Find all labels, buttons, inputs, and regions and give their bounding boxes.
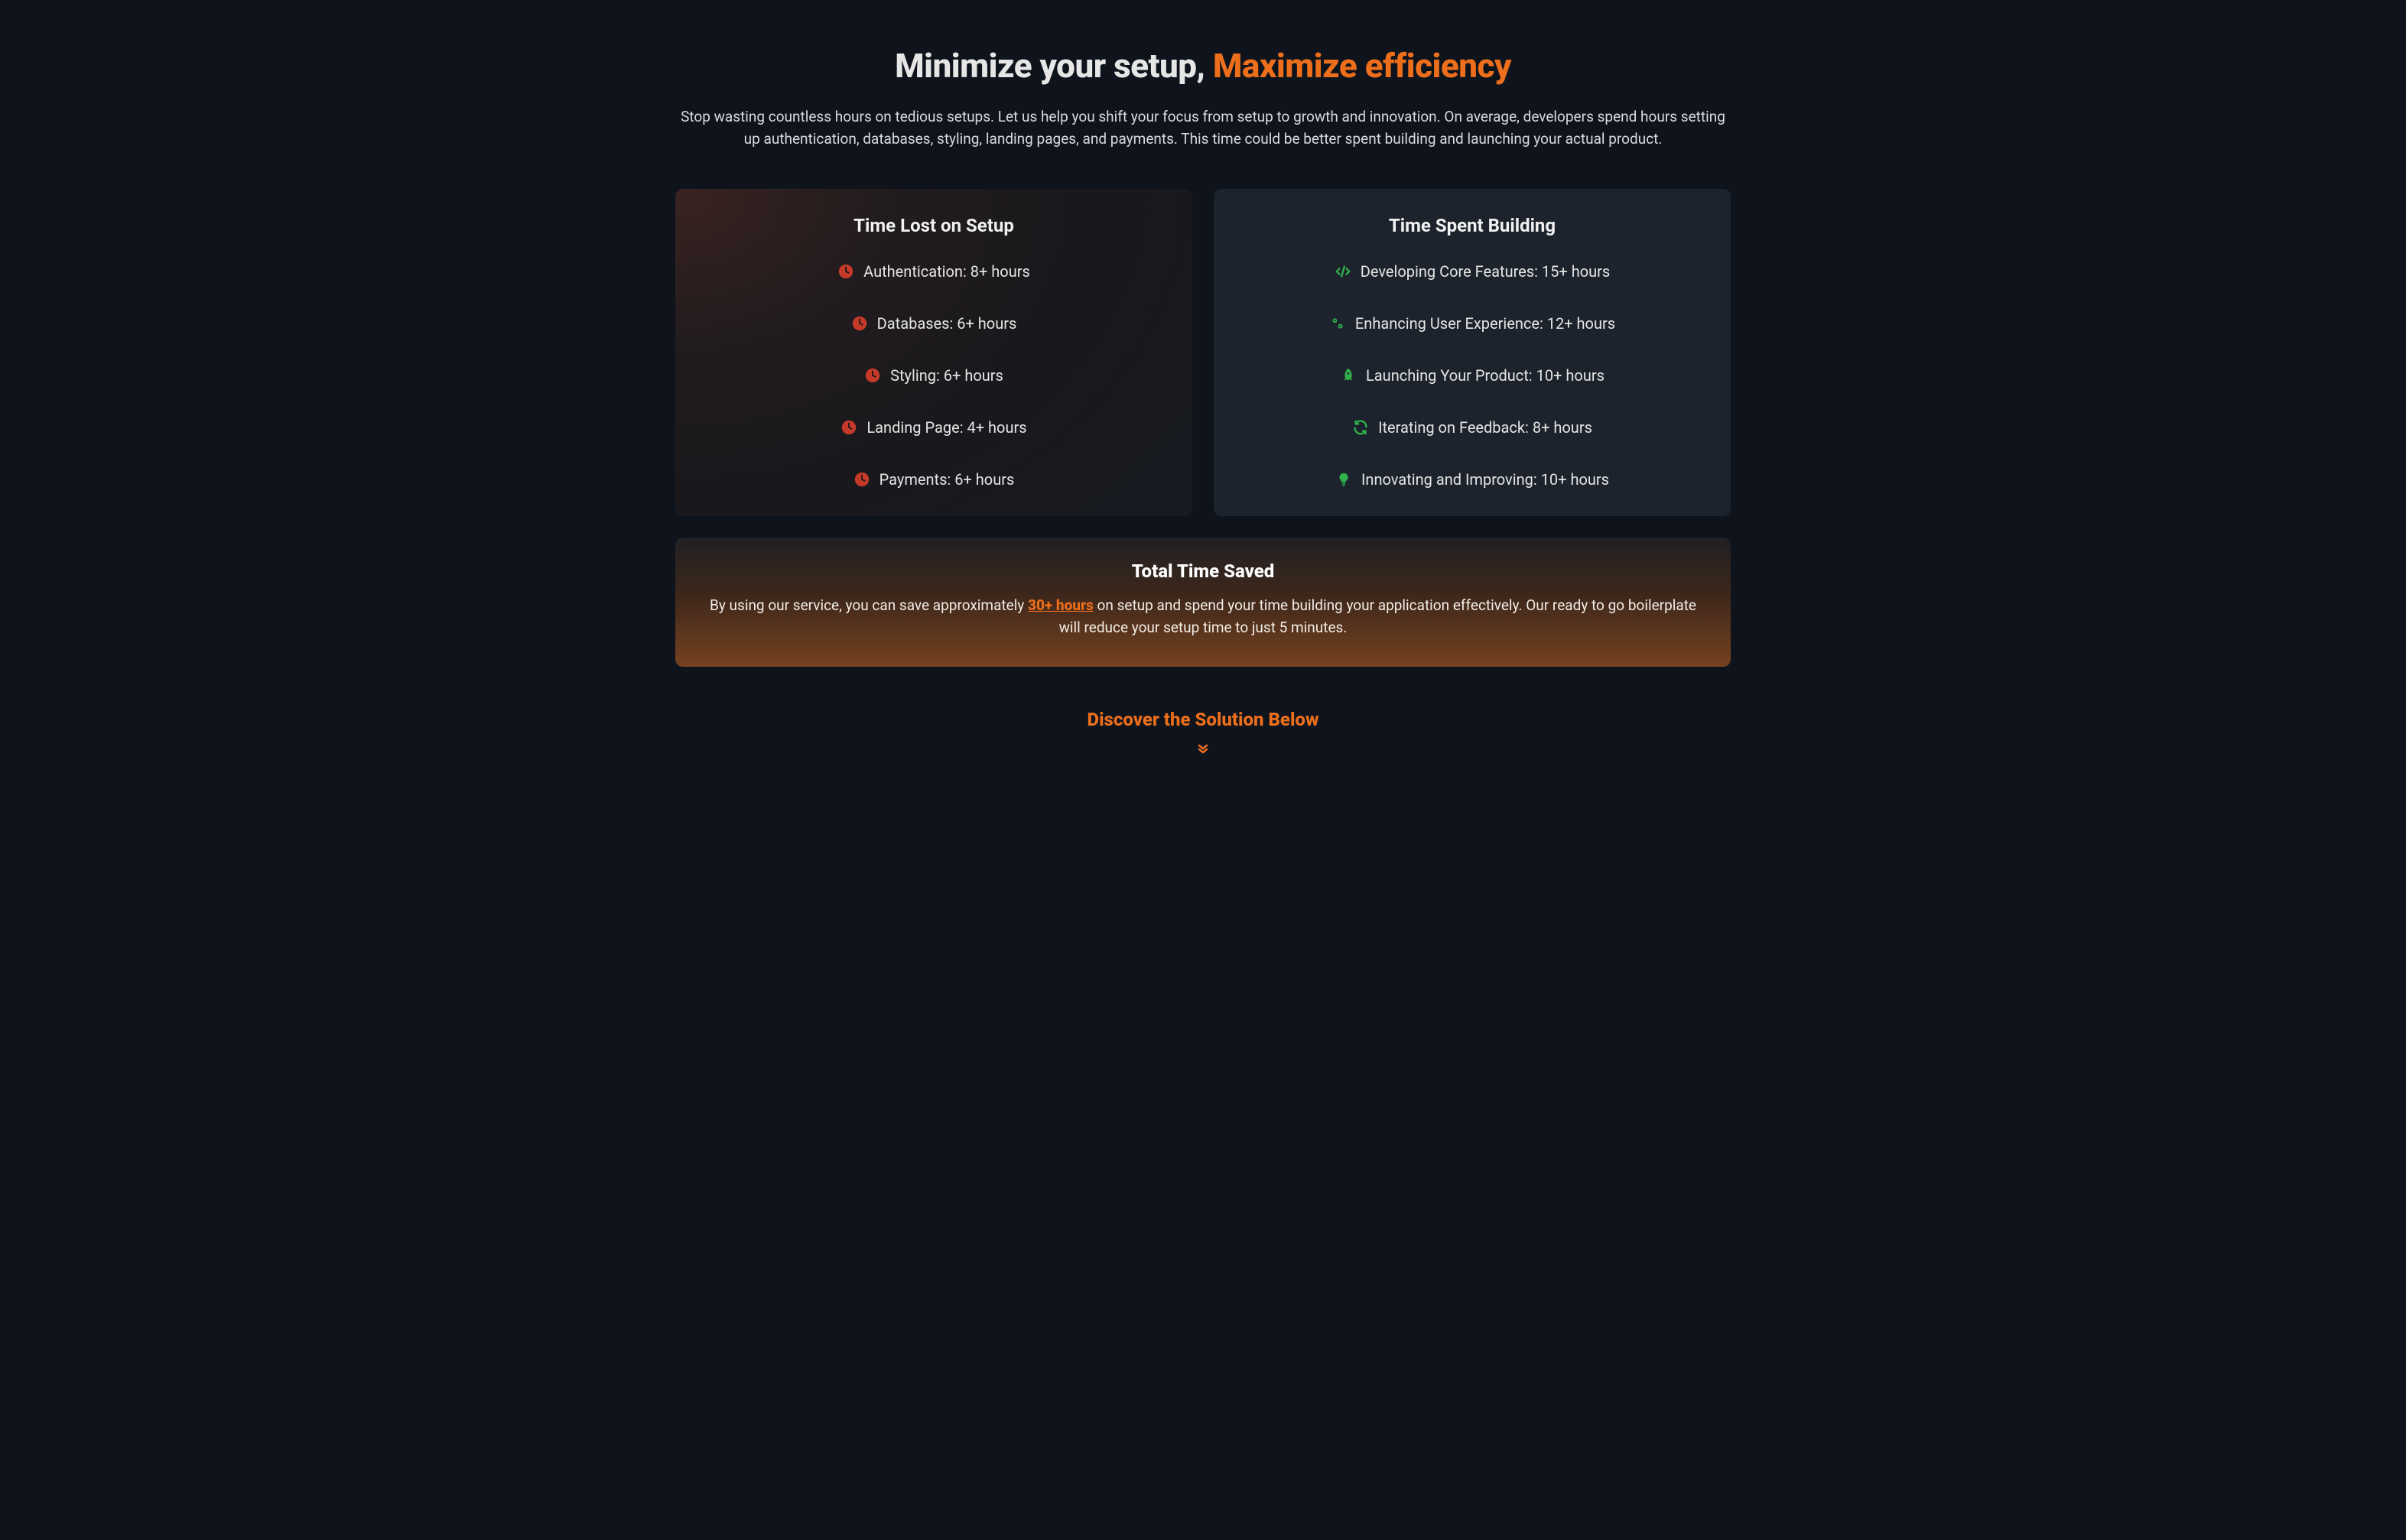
total-time-saved-card: Total Time Saved By using our service, y… bbox=[675, 538, 1731, 667]
list-item-label: Landing Page: 4+ hours bbox=[866, 418, 1026, 437]
list-item-label: Styling: 6+ hours bbox=[890, 366, 1003, 385]
page-title: Minimize your setup, Maximize efficiency bbox=[675, 46, 1731, 86]
total-text-after: on setup and spend your time building yo… bbox=[1059, 596, 1696, 636]
time-lost-heading: Time Lost on Setup bbox=[698, 215, 1169, 236]
total-text: By using our service, you can save appro… bbox=[706, 594, 1700, 639]
time-building-list: Developing Core Features: 15+ hours Enha… bbox=[1237, 262, 1708, 489]
clock-icon bbox=[840, 419, 857, 436]
total-text-before: By using our service, you can save appro… bbox=[710, 596, 1028, 614]
list-item-label: Payments: 6+ hours bbox=[879, 470, 1015, 489]
page-subtitle: Stop wasting countless hours on tedious … bbox=[675, 106, 1731, 151]
list-item-label: Authentication: 8+ hours bbox=[863, 262, 1030, 281]
list-item: Enhancing User Experience: 12+ hours bbox=[1237, 314, 1708, 333]
clock-icon bbox=[851, 315, 868, 332]
time-lost-list: Authentication: 8+ hours Databases: 6+ h… bbox=[698, 262, 1169, 489]
chevron-down-icon bbox=[675, 741, 1731, 756]
list-item: Landing Page: 4+ hours bbox=[698, 418, 1169, 437]
time-building-heading: Time Spent Building bbox=[1237, 215, 1708, 236]
title-part2: Maximize efficiency bbox=[1213, 46, 1511, 86]
list-item: Databases: 6+ hours bbox=[698, 314, 1169, 333]
total-highlight: 30+ hours bbox=[1028, 596, 1094, 614]
list-item: Launching Your Product: 10+ hours bbox=[1237, 366, 1708, 385]
time-lost-card: Time Lost on Setup Authentication: 8+ ho… bbox=[675, 189, 1192, 516]
clock-icon bbox=[864, 367, 881, 384]
list-item-label: Iterating on Feedback: 8+ hours bbox=[1378, 418, 1592, 437]
list-item: Styling: 6+ hours bbox=[698, 366, 1169, 385]
total-heading: Total Time Saved bbox=[706, 560, 1700, 582]
list-item: Developing Core Features: 15+ hours bbox=[1237, 262, 1708, 281]
comparison-cards: Time Lost on Setup Authentication: 8+ ho… bbox=[675, 189, 1731, 516]
list-item: Authentication: 8+ hours bbox=[698, 262, 1169, 281]
title-part1: Minimize your setup, bbox=[895, 46, 1213, 86]
list-item-label: Launching Your Product: 10+ hours bbox=[1366, 366, 1605, 385]
list-item: Iterating on Feedback: 8+ hours bbox=[1237, 418, 1708, 437]
discover-section: Discover the Solution Below bbox=[675, 709, 1731, 756]
discover-label: Discover the Solution Below bbox=[675, 709, 1731, 730]
list-item-label: Enhancing User Experience: 12+ hours bbox=[1355, 314, 1615, 333]
refresh-icon bbox=[1352, 419, 1369, 436]
list-item-label: Databases: 6+ hours bbox=[877, 314, 1017, 333]
clock-icon bbox=[853, 471, 870, 488]
list-item-label: Innovating and Improving: 10+ hours bbox=[1361, 470, 1609, 489]
list-item-label: Developing Core Features: 15+ hours bbox=[1361, 262, 1611, 281]
list-item: Innovating and Improving: 10+ hours bbox=[1237, 470, 1708, 489]
lightbulb-icon bbox=[1335, 471, 1352, 488]
time-building-card: Time Spent Building Developing Core Feat… bbox=[1214, 189, 1731, 516]
rocket-icon bbox=[1340, 367, 1357, 384]
code-icon bbox=[1335, 263, 1351, 280]
gears-icon bbox=[1329, 315, 1346, 332]
clock-icon bbox=[837, 263, 854, 280]
list-item: Payments: 6+ hours bbox=[698, 470, 1169, 489]
